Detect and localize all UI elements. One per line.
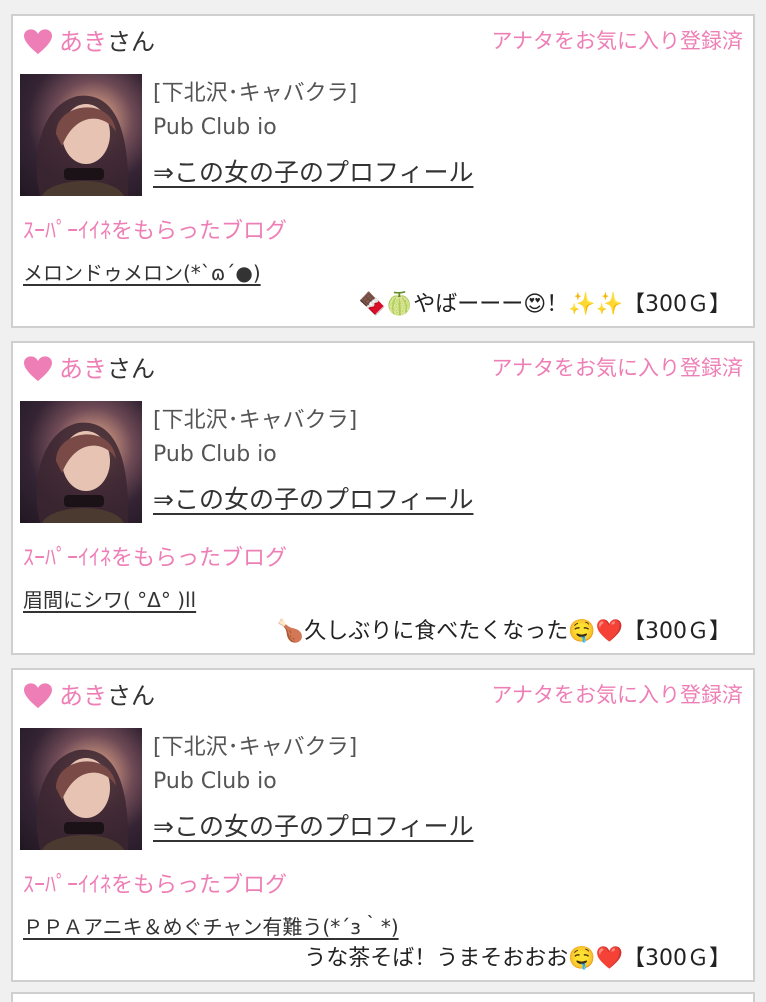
points-badge: 【300Ｇ】 — [623, 619, 731, 644]
blog-like-card: あきさん アナタをお気に入り登録済 [下北沢･キャバクラ] Pub Club i… — [11, 341, 755, 655]
favorite-status: アナタをお気に入り登録済 — [491, 356, 743, 380]
name-suffix: さん — [107, 355, 155, 383]
girl-name[interactable]: あきさん — [59, 680, 155, 712]
shop-name: Pub Club io — [153, 442, 277, 467]
name-suffix: さん — [107, 682, 155, 710]
blog-comment: 🍗久しぶりに食べたくなった🤤❤️ — [276, 619, 623, 644]
super-like-blog-label: ｽｰﾊﾟｰｲｲﾈをもらったブログ — [23, 873, 288, 898]
girl-photo[interactable] — [20, 728, 142, 850]
blog-like-card: あきさん アナタをお気に入り登録済 [下北沢･キャバクラ] Pub Club i… — [11, 14, 755, 328]
heart-icon — [24, 29, 52, 55]
girl-name[interactable]: あきさん — [59, 26, 155, 58]
profile-link[interactable]: ⇒この女の子のプロフィール — [153, 483, 473, 517]
blog-like-card: あきさん アナタをお気に入り登録済 [下北沢･キャバクラ] Pub Club i… — [11, 668, 755, 982]
girl-name[interactable]: あきさん — [59, 353, 155, 385]
shop-name: Pub Club io — [153, 115, 277, 140]
name-suffix: さん — [107, 28, 155, 56]
shop-area: [下北沢･キャバクラ] — [153, 81, 358, 106]
next-card-edge — [11, 992, 755, 1002]
blog-title-link[interactable]: メロンドゥメロン(*`ɷ´●) — [23, 258, 261, 288]
girl-name-text: あき — [59, 682, 107, 710]
profile-link[interactable]: ⇒この女の子のプロフィール — [153, 156, 473, 190]
shop-area: [下北沢･キャバクラ] — [153, 735, 358, 760]
girl-photo[interactable] — [20, 74, 142, 196]
blog-title-link[interactable]: 眉間にシワ( °Δ° )ll — [23, 585, 196, 615]
blog-comment: うな茶そば！うまそおおお🤤❤️ — [304, 946, 623, 971]
profile-link[interactable]: ⇒この女の子のプロフィール — [153, 810, 473, 844]
points-badge: 【300Ｇ】 — [623, 292, 731, 317]
blog-comment: 🍫🍈やばーーー😍！✨✨ — [358, 292, 623, 317]
blog-comment-row: 🍫🍈やばーーー😍！✨✨【300Ｇ】 — [358, 289, 731, 321]
points-badge: 【300Ｇ】 — [623, 946, 731, 971]
favorite-status: アナタをお気に入り登録済 — [491, 683, 743, 707]
shop-area: [下北沢･キャバクラ] — [153, 408, 358, 433]
heart-icon — [24, 356, 52, 382]
girl-name-text: あき — [59, 355, 107, 383]
blog-title-link[interactable]: ＰＰＡアニキ＆めぐチャン有難う(*´з｀*) — [23, 912, 399, 942]
heart-icon — [24, 683, 52, 709]
blog-comment-row: 🍗久しぶりに食べたくなった🤤❤️【300Ｇ】 — [277, 616, 731, 648]
blog-comment-row: うな茶そば！うまそおおお🤤❤️【300Ｇ】 — [304, 943, 731, 975]
super-like-blog-label: ｽｰﾊﾟｰｲｲﾈをもらったブログ — [23, 219, 288, 244]
girl-name-text: あき — [59, 28, 107, 56]
favorite-status: アナタをお気に入り登録済 — [491, 29, 743, 53]
girl-photo[interactable] — [20, 401, 142, 523]
super-like-blog-label: ｽｰﾊﾟｰｲｲﾈをもらったブログ — [23, 546, 288, 571]
shop-name: Pub Club io — [153, 769, 277, 794]
